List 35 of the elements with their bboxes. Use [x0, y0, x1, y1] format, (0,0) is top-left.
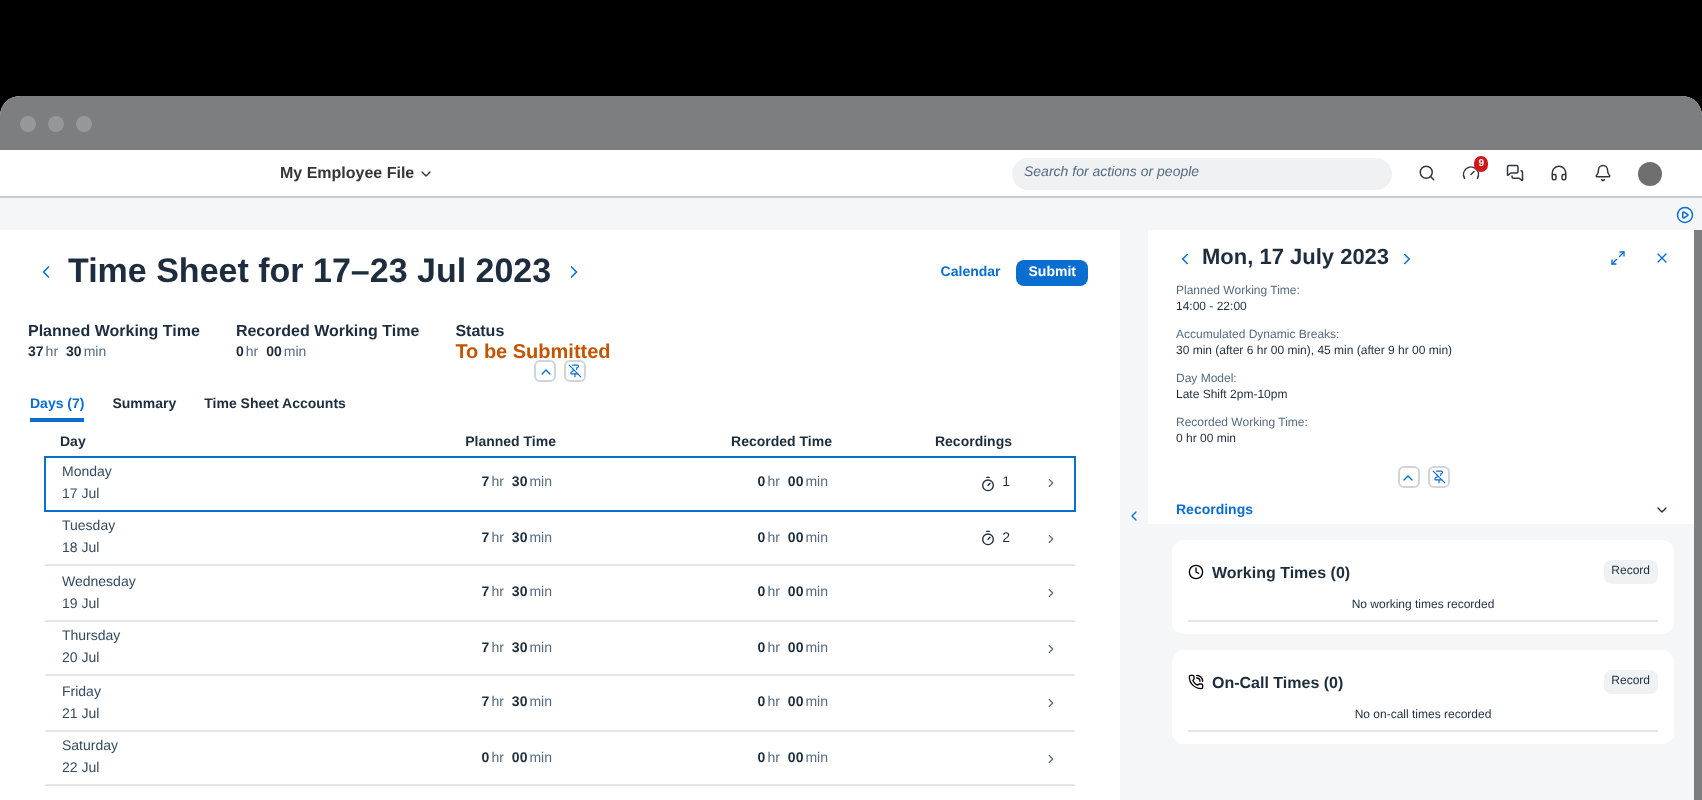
chat-icon[interactable]: [1506, 164, 1524, 182]
window-control-dot[interactable]: [48, 115, 64, 131]
status-value: To be Submitted: [455, 342, 611, 364]
row-chevron-icon: [1044, 641, 1058, 656]
window-control-dot[interactable]: [20, 115, 36, 131]
row-chevron-icon: [1044, 586, 1058, 601]
kpi-label: Planned Working Time: [28, 322, 200, 340]
phone-icon: [1188, 674, 1204, 690]
headset-icon[interactable]: [1550, 164, 1568, 182]
stopwatch-icon: [980, 530, 997, 547]
pin-icon[interactable]: [564, 360, 586, 382]
previous-day-icon[interactable]: [1176, 249, 1194, 267]
window-control-dot[interactable]: [76, 115, 92, 131]
bell-icon[interactable]: [1594, 164, 1612, 182]
page-title: Time Sheet for 17–23 Jul 2023: [68, 252, 552, 292]
status-label: Status: [455, 322, 507, 340]
fullscreen-icon[interactable]: [1610, 250, 1626, 266]
clock-icon: [1188, 564, 1204, 580]
card-title: On-Call Times (0): [1212, 673, 1344, 691]
search-icon[interactable]: [1418, 164, 1436, 182]
detail-title: Mon, 17 July 2023: [1202, 246, 1390, 270]
app-title-menu[interactable]: My Employee File: [280, 164, 435, 182]
row-chevron-icon: [1044, 476, 1058, 491]
expand-left-icon[interactable]: [1126, 507, 1142, 523]
row-chevron-icon: [1044, 696, 1058, 711]
card-title: Working Times (0): [1212, 563, 1351, 581]
pin-icon[interactable]: [1427, 466, 1449, 488]
avatar[interactable]: [1638, 161, 1662, 185]
close-icon[interactable]: [1654, 250, 1670, 266]
row-chevron-icon: [1044, 531, 1058, 546]
row-chevron-icon: [1044, 751, 1058, 766]
stopwatch-icon: [980, 475, 997, 492]
chevron-down-icon[interactable]: [1654, 502, 1670, 518]
kpi-label: Recorded Working Time: [235, 322, 420, 340]
play-icon[interactable]: [1676, 205, 1694, 223]
